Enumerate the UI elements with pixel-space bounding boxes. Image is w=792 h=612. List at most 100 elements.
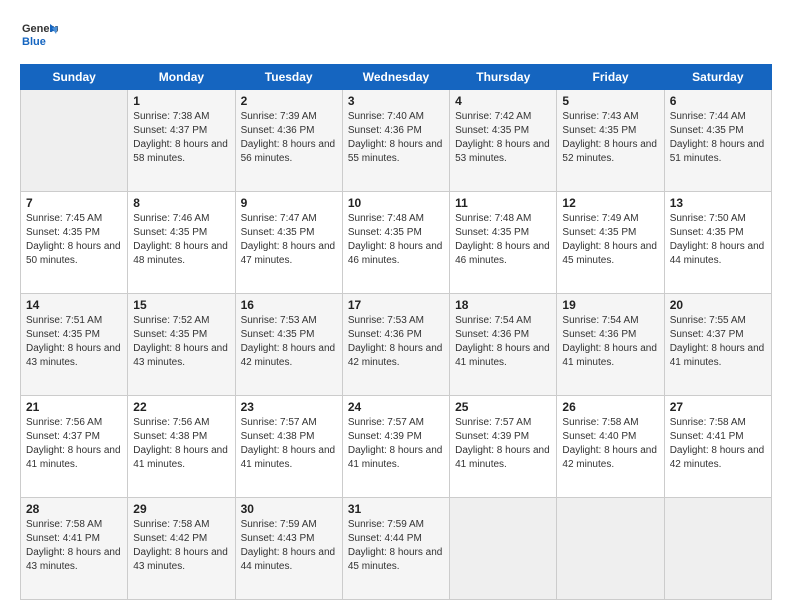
calendar-week-row: 21 Sunrise: 7:56 AMSunset: 4:37 PMDayligh… bbox=[21, 396, 772, 498]
calendar-cell: 21 Sunrise: 7:56 AMSunset: 4:37 PMDayligh… bbox=[21, 396, 128, 498]
weekday-header-tuesday: Tuesday bbox=[235, 65, 342, 90]
day-number: 29 bbox=[133, 502, 229, 516]
cell-sun-info: Sunrise: 7:49 AMSunset: 4:35 PMDaylight:… bbox=[562, 212, 658, 268]
weekday-header-monday: Monday bbox=[128, 65, 235, 90]
calendar-cell: 15Sunrise: 7:52 AMSunset: 4:35 PMDayligh… bbox=[128, 294, 235, 396]
cell-sun-info: Sunrise: 7:38 AMSunset: 4:37 PMDaylight:… bbox=[133, 110, 229, 166]
cell-sun-info: Sunrise: 7:54 AMSunset: 4:36 PMDaylight:… bbox=[455, 314, 551, 370]
day-number: 25 bbox=[455, 400, 551, 414]
cell-sun-info: Sunrise: 7:46 AMSunset: 4:35 PMDaylight:… bbox=[133, 212, 229, 268]
cell-sun-info: Sunrise: 7:56 AMSunset: 4:38 PMDaylight:… bbox=[133, 416, 229, 472]
cell-sun-info: Sunrise: 7:43 AMSunset: 4:35 PMDaylight:… bbox=[562, 110, 658, 166]
calendar-cell: 14 Sunrise: 7:51 AMSunset: 4:35 PMDayligh… bbox=[21, 294, 128, 396]
cell-sun-info: Sunrise: 7:48 AMSunset: 4:35 PMDaylight:… bbox=[348, 212, 444, 268]
cell-sun-info: Sunrise: 7:40 AMSunset: 4:36 PMDaylight:… bbox=[348, 110, 444, 166]
day-number: 13 bbox=[670, 196, 766, 210]
day-number: 10 bbox=[348, 196, 444, 210]
calendar-cell: 16 Sunrise: 7:53 AMSunset: 4:35 PMDayligh… bbox=[235, 294, 342, 396]
day-number: 2 bbox=[241, 94, 337, 108]
day-number: 21 bbox=[26, 400, 122, 414]
day-number: 6 bbox=[670, 94, 766, 108]
cell-sun-info: Sunrise: 7:58 AMSunset: 4:40 PMDaylight:… bbox=[562, 416, 658, 472]
calendar-cell: 3Sunrise: 7:40 AMSunset: 4:36 PMDaylight… bbox=[342, 90, 449, 192]
day-number: 23 bbox=[241, 400, 337, 414]
calendar-cell: 1 Sunrise: 7:38 AMSunset: 4:37 PMDaylight… bbox=[128, 90, 235, 192]
calendar-cell: 26Sunrise: 7:58 AMSunset: 4:40 PMDayligh… bbox=[557, 396, 664, 498]
calendar-cell bbox=[21, 90, 128, 192]
weekday-header-wednesday: Wednesday bbox=[342, 65, 449, 90]
weekday-header-sunday: Sunday bbox=[21, 65, 128, 90]
calendar-cell: 7 Sunrise: 7:45 AMSunset: 4:35 PMDaylight… bbox=[21, 192, 128, 294]
cell-sun-info: Sunrise: 7:42 AMSunset: 4:35 PMDaylight:… bbox=[455, 110, 551, 166]
cell-sun-info: Sunrise: 7:58 AMSunset: 4:41 PMDaylight:… bbox=[26, 518, 122, 574]
day-number: 19 bbox=[562, 298, 658, 312]
weekday-header-thursday: Thursday bbox=[450, 65, 557, 90]
calendar-week-row: 14 Sunrise: 7:51 AMSunset: 4:35 PMDayligh… bbox=[21, 294, 772, 396]
weekday-header-saturday: Saturday bbox=[664, 65, 771, 90]
day-number: 20 bbox=[670, 298, 766, 312]
day-number: 24 bbox=[348, 400, 444, 414]
calendar-cell: 6 Sunrise: 7:44 AMSunset: 4:35 PMDaylight… bbox=[664, 90, 771, 192]
svg-text:Blue: Blue bbox=[22, 36, 46, 48]
day-number: 18 bbox=[455, 298, 551, 312]
weekday-header-friday: Friday bbox=[557, 65, 664, 90]
header: General Blue bbox=[20, 16, 772, 54]
calendar-week-row: 28 Sunrise: 7:58 AMSunset: 4:41 PMDayligh… bbox=[21, 498, 772, 600]
calendar-cell: 20 Sunrise: 7:55 AMSunset: 4:37 PMDayligh… bbox=[664, 294, 771, 396]
calendar-cell bbox=[664, 498, 771, 600]
day-number: 15 bbox=[133, 298, 229, 312]
calendar-cell: 31 Sunrise: 7:59 AMSunset: 4:44 PMDayligh… bbox=[342, 498, 449, 600]
cell-sun-info: Sunrise: 7:55 AMSunset: 4:37 PMDaylight:… bbox=[670, 314, 766, 370]
cell-sun-info: Sunrise: 7:56 AMSunset: 4:37 PMDaylight:… bbox=[26, 416, 122, 472]
cell-sun-info: Sunrise: 7:51 AMSunset: 4:35 PMDaylight:… bbox=[26, 314, 122, 370]
page: General Blue SundayMondayTuesdayWednesda… bbox=[0, 0, 792, 612]
cell-sun-info: Sunrise: 7:48 AMSunset: 4:35 PMDaylight:… bbox=[455, 212, 551, 268]
calendar-cell: 18 Sunrise: 7:54 AMSunset: 4:36 PMDayligh… bbox=[450, 294, 557, 396]
day-number: 1 bbox=[133, 94, 229, 108]
cell-sun-info: Sunrise: 7:53 AMSunset: 4:36 PMDaylight:… bbox=[348, 314, 444, 370]
cell-sun-info: Sunrise: 7:44 AMSunset: 4:35 PMDaylight:… bbox=[670, 110, 766, 166]
day-number: 9 bbox=[241, 196, 337, 210]
cell-sun-info: Sunrise: 7:59 AMSunset: 4:43 PMDaylight:… bbox=[241, 518, 337, 574]
day-number: 17 bbox=[348, 298, 444, 312]
day-number: 12 bbox=[562, 196, 658, 210]
cell-sun-info: Sunrise: 7:59 AMSunset: 4:44 PMDaylight:… bbox=[348, 518, 444, 574]
calendar-cell: 27 Sunrise: 7:58 AMSunset: 4:41 PMDayligh… bbox=[664, 396, 771, 498]
cell-sun-info: Sunrise: 7:50 AMSunset: 4:35 PMDaylight:… bbox=[670, 212, 766, 268]
day-number: 31 bbox=[348, 502, 444, 516]
cell-sun-info: Sunrise: 7:57 AMSunset: 4:39 PMDaylight:… bbox=[455, 416, 551, 472]
calendar-cell: 29 Sunrise: 7:58 AMSunset: 4:42 PMDayligh… bbox=[128, 498, 235, 600]
calendar-cell: 2Sunrise: 7:39 AMSunset: 4:36 PMDaylight… bbox=[235, 90, 342, 192]
calendar-cell: 28 Sunrise: 7:58 AMSunset: 4:41 PMDayligh… bbox=[21, 498, 128, 600]
cell-sun-info: Sunrise: 7:58 AMSunset: 4:42 PMDaylight:… bbox=[133, 518, 229, 574]
day-number: 30 bbox=[241, 502, 337, 516]
cell-sun-info: Sunrise: 7:58 AMSunset: 4:41 PMDaylight:… bbox=[670, 416, 766, 472]
logo-bird-icon: General Blue bbox=[20, 16, 58, 54]
weekday-header-row: SundayMondayTuesdayWednesdayThursdayFrid… bbox=[21, 65, 772, 90]
day-number: 11 bbox=[455, 196, 551, 210]
calendar-cell: 24Sunrise: 7:57 AMSunset: 4:39 PMDayligh… bbox=[342, 396, 449, 498]
day-number: 28 bbox=[26, 502, 122, 516]
calendar-cell: 12 Sunrise: 7:49 AMSunset: 4:35 PMDayligh… bbox=[557, 192, 664, 294]
cell-sun-info: Sunrise: 7:45 AMSunset: 4:35 PMDaylight:… bbox=[26, 212, 122, 268]
calendar-cell: 11 Sunrise: 7:48 AMSunset: 4:35 PMDayligh… bbox=[450, 192, 557, 294]
day-number: 14 bbox=[26, 298, 122, 312]
calendar-cell: 8 Sunrise: 7:46 AMSunset: 4:35 PMDaylight… bbox=[128, 192, 235, 294]
calendar-cell: 9 Sunrise: 7:47 AMSunset: 4:35 PMDaylight… bbox=[235, 192, 342, 294]
day-number: 27 bbox=[670, 400, 766, 414]
day-number: 16 bbox=[241, 298, 337, 312]
calendar-cell: 19Sunrise: 7:54 AMSunset: 4:36 PMDayligh… bbox=[557, 294, 664, 396]
cell-sun-info: Sunrise: 7:47 AMSunset: 4:35 PMDaylight:… bbox=[241, 212, 337, 268]
calendar-cell bbox=[557, 498, 664, 600]
calendar-cell: 25 Sunrise: 7:57 AMSunset: 4:39 PMDayligh… bbox=[450, 396, 557, 498]
day-number: 7 bbox=[26, 196, 122, 210]
calendar-cell: 13 Sunrise: 7:50 AMSunset: 4:35 PMDayligh… bbox=[664, 192, 771, 294]
day-number: 8 bbox=[133, 196, 229, 210]
calendar-cell: 23Sunrise: 7:57 AMSunset: 4:38 PMDayligh… bbox=[235, 396, 342, 498]
calendar-cell: 17 Sunrise: 7:53 AMSunset: 4:36 PMDayligh… bbox=[342, 294, 449, 396]
cell-sun-info: Sunrise: 7:53 AMSunset: 4:35 PMDaylight:… bbox=[241, 314, 337, 370]
calendar-table: SundayMondayTuesdayWednesdayThursdayFrid… bbox=[20, 64, 772, 600]
calendar-cell bbox=[450, 498, 557, 600]
day-number: 4 bbox=[455, 94, 551, 108]
calendar-cell: 4 Sunrise: 7:42 AMSunset: 4:35 PMDaylight… bbox=[450, 90, 557, 192]
